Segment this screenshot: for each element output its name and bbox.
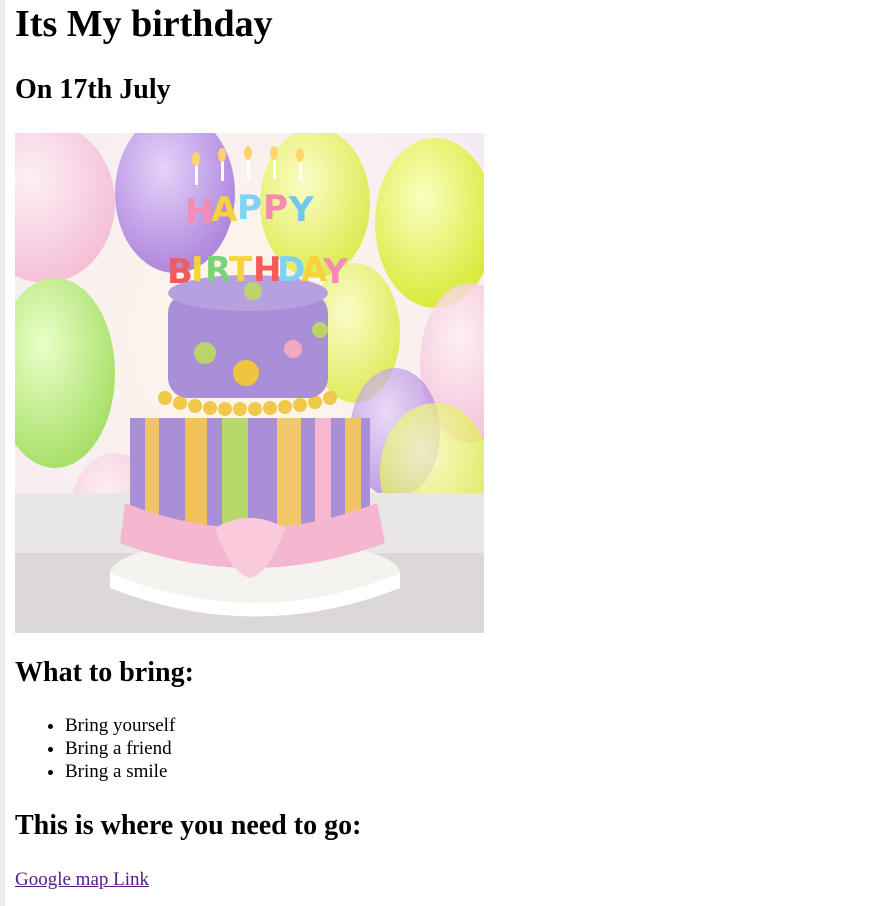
svg-text:P: P [237,188,262,228]
svg-text:Y: Y [322,252,348,292]
list-item: Bring a friend [65,737,175,760]
svg-text:R: R [205,250,231,290]
bring-list: Bring yourself Bring a friend Bring a sm… [15,714,175,783]
svg-text:I: I [191,250,204,290]
svg-text:B: B [167,252,193,292]
left-border [0,0,5,906]
date-subtitle: On 17th July [15,74,171,105]
page-title: Its My birthday [15,3,273,45]
location-heading: This is where you need to go: [15,810,362,841]
svg-text:A: A [211,190,238,230]
svg-text:P: P [263,188,288,228]
list-item: Bring a smile [65,760,175,783]
list-item: Bring yourself [65,714,175,737]
google-map-link[interactable]: Google map Link [15,869,149,891]
svg-text:H: H [185,192,213,232]
what-to-bring-heading: What to bring: [15,657,194,688]
svg-text:Y: Y [288,190,314,230]
cake-illustration: H A P P Y B I R T H D A Y [15,133,484,633]
birthday-cake-image: H A P P Y B I R T H D A Y [15,133,484,633]
svg-text:T: T [229,250,253,290]
